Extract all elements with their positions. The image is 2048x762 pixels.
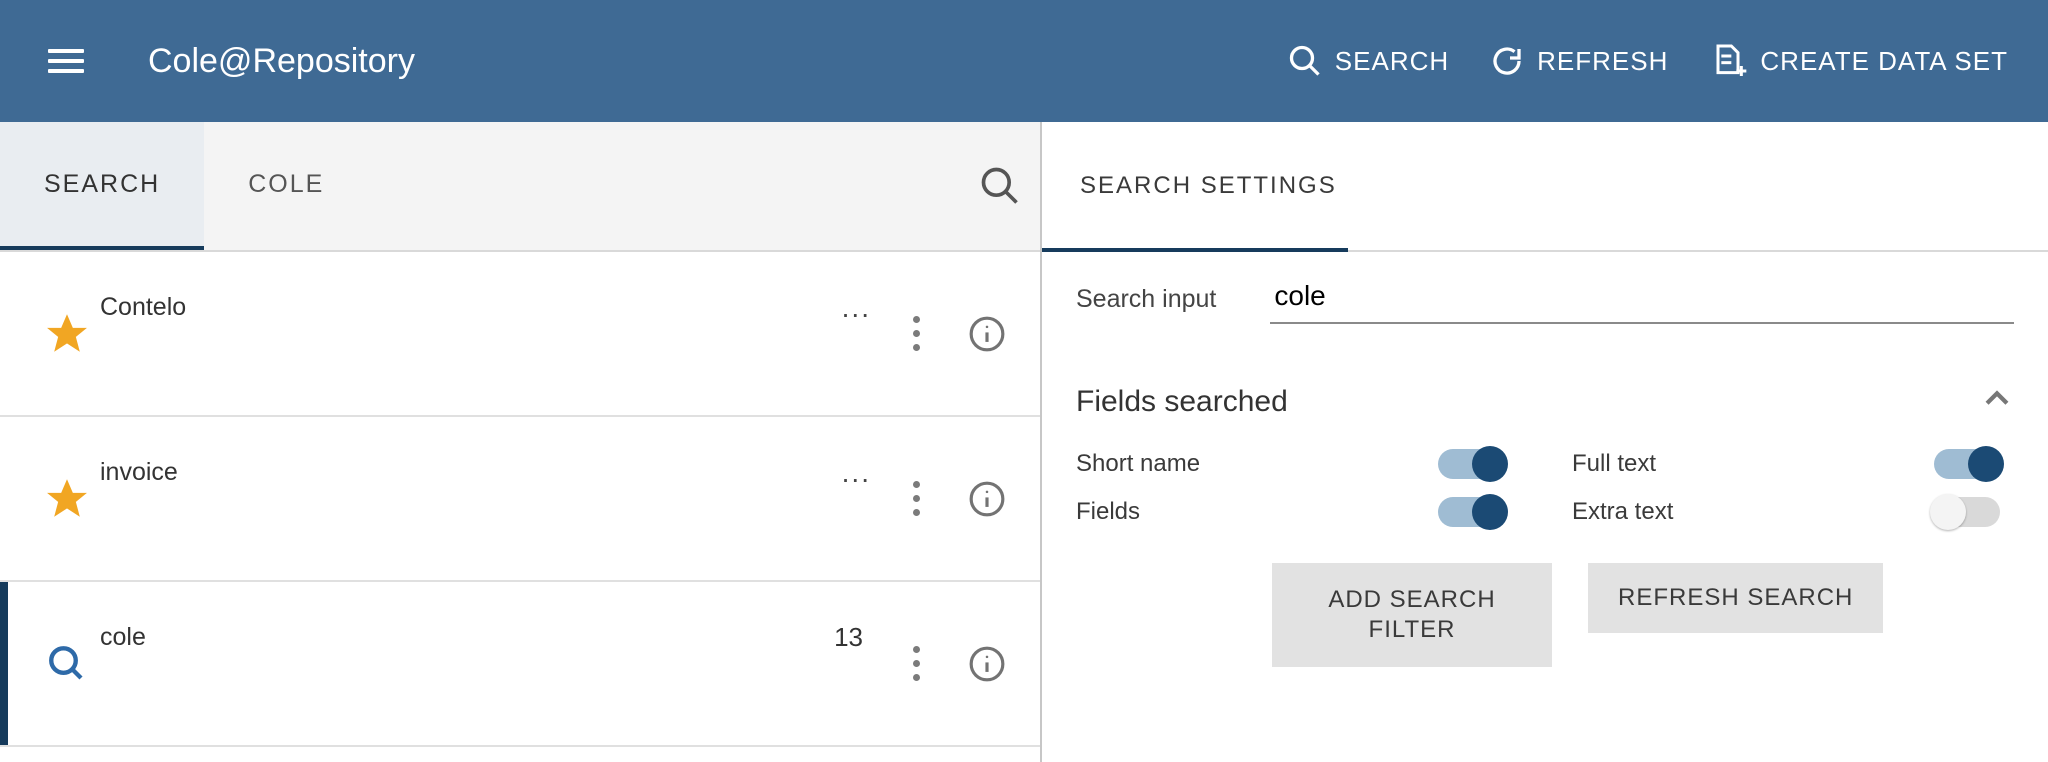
full-text-label: Full text bbox=[1572, 450, 1880, 478]
refresh-action[interactable]: REFRESH bbox=[1489, 43, 1668, 79]
settings-title-text: SEARCH SETTINGS bbox=[1080, 172, 1337, 200]
star-icon bbox=[46, 478, 88, 520]
row-menu-icon[interactable] bbox=[907, 475, 926, 522]
full-text-toggle[interactable] bbox=[1934, 449, 2000, 479]
search-icon bbox=[1287, 43, 1323, 79]
short-name-toggle[interactable] bbox=[1438, 449, 1504, 479]
search-icon bbox=[46, 643, 88, 685]
create-dataset-action[interactable]: CREATE DATA SET bbox=[1708, 41, 2008, 81]
create-dataset-icon bbox=[1708, 41, 1748, 81]
tabs: SEARCH COLE bbox=[0, 122, 1040, 252]
fields-toggle[interactable] bbox=[1438, 497, 1504, 527]
appbar: Cole@Repository SEARCH REFRESH bbox=[0, 0, 2048, 122]
row-menu-icon[interactable] bbox=[907, 310, 926, 357]
info-icon[interactable] bbox=[968, 315, 1006, 353]
result-row[interactable]: Contelo ... bbox=[0, 252, 1040, 417]
refresh-search-button[interactable]: REFRESH SEARCH bbox=[1588, 563, 1883, 633]
info-icon[interactable] bbox=[968, 480, 1006, 518]
tab-cole-label: COLE bbox=[248, 170, 324, 199]
search-icon bbox=[978, 164, 1022, 208]
row-menu-icon[interactable] bbox=[907, 640, 926, 687]
extra-text-label: Extra text bbox=[1572, 498, 1880, 526]
search-input-label: Search input bbox=[1076, 285, 1216, 324]
star-icon bbox=[46, 313, 88, 355]
refresh-icon bbox=[1489, 43, 1525, 79]
menu-icon[interactable] bbox=[48, 43, 84, 79]
refresh-action-label: REFRESH bbox=[1537, 46, 1668, 77]
short-name-label: Short name bbox=[1076, 450, 1384, 478]
settings-title: SEARCH SETTINGS bbox=[1042, 122, 2048, 252]
create-dataset-label: CREATE DATA SET bbox=[1760, 46, 2008, 77]
search-action-label: SEARCH bbox=[1335, 46, 1449, 77]
collapse-icon[interactable] bbox=[1980, 382, 2014, 421]
results-list: Contelo ... bbox=[0, 252, 1040, 762]
search-action[interactable]: SEARCH bbox=[1287, 43, 1449, 79]
result-title: invoice bbox=[100, 458, 178, 487]
left-panel: SEARCH COLE bbox=[0, 122, 1042, 762]
extra-text-toggle[interactable] bbox=[1934, 497, 2000, 527]
fields-label: Fields bbox=[1076, 498, 1384, 526]
app-title: Cole@Repository bbox=[148, 42, 415, 81]
search-input[interactable] bbox=[1270, 274, 2014, 324]
result-title: cole bbox=[100, 623, 146, 652]
fields-searched-label: Fields searched bbox=[1076, 385, 1288, 419]
result-count: 13 bbox=[834, 622, 863, 653]
ellipsis-icon[interactable]: ... bbox=[842, 457, 871, 489]
tab-search-icon-button[interactable] bbox=[960, 122, 1040, 250]
appbar-actions: SEARCH REFRESH CREATE DATA SET bbox=[1287, 41, 2008, 81]
add-search-filter-button[interactable]: ADD SEARCH FILTER bbox=[1272, 563, 1552, 667]
info-icon[interactable] bbox=[968, 645, 1006, 683]
tab-cole[interactable]: COLE bbox=[204, 122, 368, 250]
ellipsis-icon[interactable]: ... bbox=[842, 292, 871, 324]
settings-panel: SEARCH SETTINGS Search input Fields sear… bbox=[1042, 122, 2048, 762]
tab-search[interactable]: SEARCH bbox=[0, 122, 204, 250]
result-row[interactable]: invoice ... bbox=[0, 417, 1040, 582]
tab-search-label: SEARCH bbox=[44, 170, 160, 199]
result-row[interactable]: cole 13 bbox=[0, 582, 1040, 747]
result-title: Contelo bbox=[100, 293, 186, 322]
